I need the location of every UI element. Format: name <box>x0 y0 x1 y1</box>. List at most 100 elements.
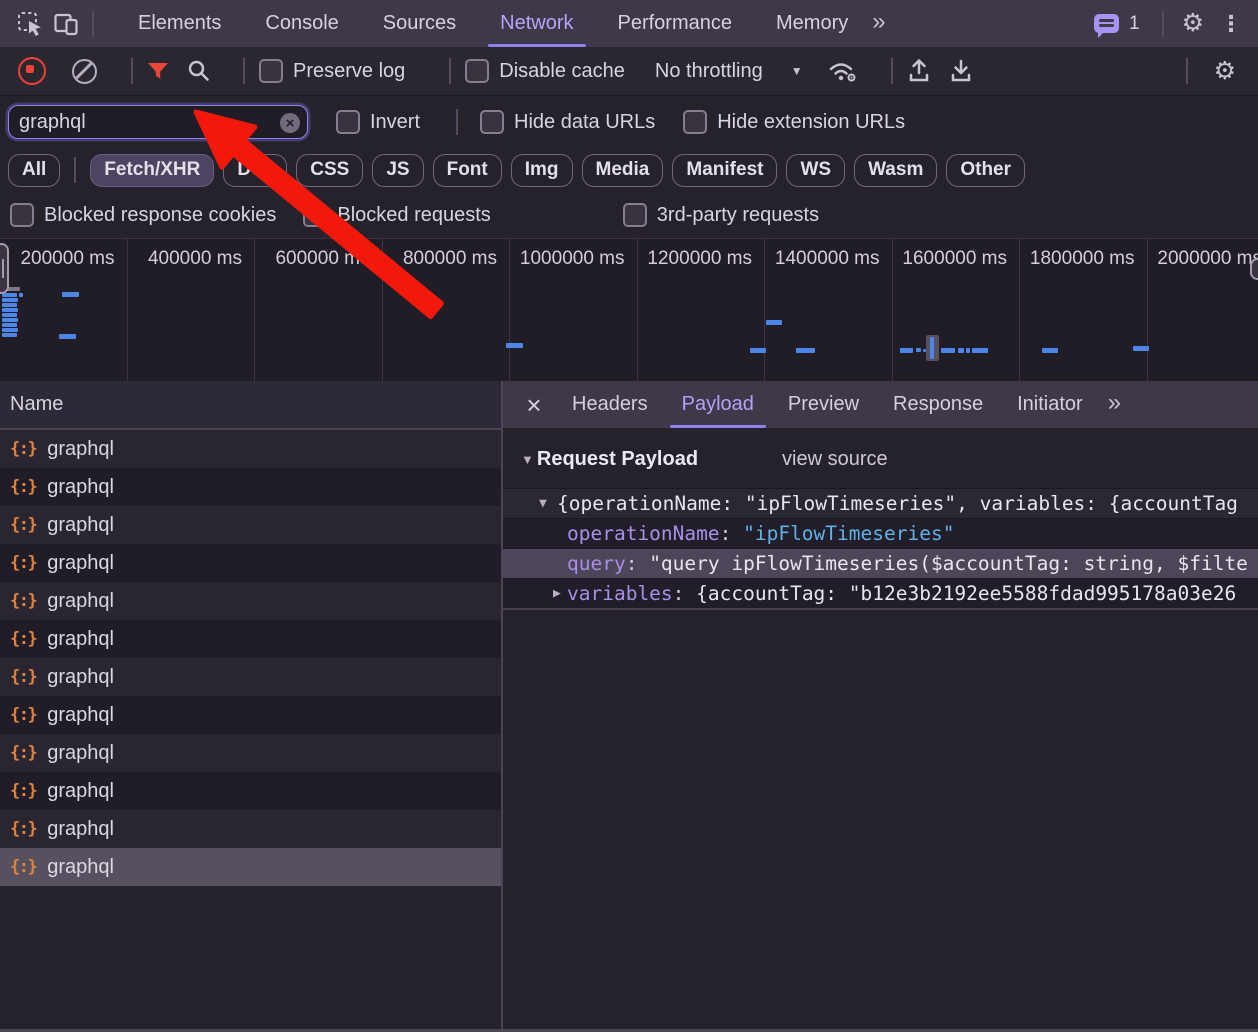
issues-count: 1 <box>1129 13 1140 35</box>
detail-tab-initiator[interactable]: Initiator <box>1000 381 1100 428</box>
issues-icon[interactable] <box>1094 14 1119 33</box>
request-name: graphql <box>47 666 114 689</box>
more-tabs-icon[interactable]: » <box>872 8 883 36</box>
tab-elements[interactable]: Elements <box>122 0 237 47</box>
detail-tab-payload[interactable]: Payload <box>665 381 771 428</box>
hide-extension-urls-checkbox[interactable] <box>683 110 707 134</box>
request-row[interactable]: {:}graphql <box>0 430 501 468</box>
filter-icon[interactable] <box>147 62 169 81</box>
name-column-header[interactable]: Name <box>0 381 501 430</box>
request-row[interactable]: {:} graphql <box>0 620 501 658</box>
tab-console[interactable]: Console <box>249 0 354 47</box>
request-row[interactable]: {:}graphql <box>0 544 501 582</box>
payload-row[interactable]: query: "query ipFlowTimeseries($accountT… <box>503 548 1258 578</box>
payload-row[interactable]: ▼{operationName: "ipFlowTimeseries", var… <box>503 488 1258 518</box>
blocked-requests-toggle[interactable]: Blocked requests <box>303 203 490 227</box>
chip-ws[interactable]: WS <box>786 154 845 187</box>
chip-doc[interactable]: Doc <box>223 154 287 187</box>
detail-tab-preview[interactable]: Preview <box>771 381 876 428</box>
divider <box>891 58 893 84</box>
chip-all[interactable]: All <box>8 154 60 187</box>
chip-img[interactable]: Img <box>511 154 573 187</box>
divider <box>456 109 458 135</box>
request-row[interactable]: {:}graphql <box>0 696 501 734</box>
chip-js[interactable]: JS <box>372 154 423 187</box>
tab-sources[interactable]: Sources <box>367 0 472 47</box>
more-options-icon[interactable]: ⋮ <box>1214 11 1248 37</box>
blocked-requests-checkbox[interactable] <box>303 203 327 227</box>
more-detail-tabs-icon[interactable]: » <box>1108 389 1119 421</box>
overview-left-handle[interactable] <box>0 243 9 294</box>
filter-input[interactable] <box>8 105 308 139</box>
waterfall-bar <box>1042 348 1058 353</box>
network-conditions-icon[interactable] <box>827 58 859 84</box>
request-row[interactable]: {:}graphql <box>0 810 501 848</box>
chip-font[interactable]: Font <box>433 154 502 187</box>
timeline-tick-label: 1200000 ms <box>647 248 752 269</box>
hide-data-urls-label: Hide data URLs <box>514 111 655 134</box>
request-row[interactable]: {:}graphql <box>0 734 501 772</box>
waterfall-bar <box>62 292 79 297</box>
chip-wasm[interactable]: Wasm <box>854 154 937 187</box>
request-row[interactable]: {:}graphql <box>0 772 501 810</box>
inspect-element-icon[interactable] <box>12 6 48 42</box>
waterfall-bar <box>2 298 18 302</box>
hide-data-urls-toggle[interactable]: Hide data URLs <box>480 110 655 134</box>
chip-css[interactable]: CSS <box>296 154 363 187</box>
search-icon[interactable] <box>187 59 211 83</box>
invert-toggle[interactable]: Invert <box>336 110 420 134</box>
3rd-party-requests-checkbox[interactable] <box>623 203 647 227</box>
blocked-response-cookies-toggle[interactable]: Blocked response cookies <box>10 203 276 227</box>
close-icon[interactable]: × <box>513 392 555 418</box>
clear-filter-icon[interactable]: × <box>280 113 300 133</box>
tab-memory[interactable]: Memory <box>760 0 864 47</box>
request-row[interactable]: {:}graphql <box>0 468 501 506</box>
payload-row[interactable]: ▶variables: {accountTag: "b12e3b2192ee55… <box>503 578 1258 608</box>
waterfall-bar <box>2 318 18 322</box>
chip-other[interactable]: Other <box>946 154 1025 187</box>
payload-text: variables <box>567 582 673 605</box>
request-row[interactable]: {:}graphql <box>0 582 501 620</box>
payload-row[interactable]: operationName: "ipFlowTimeseries" <box>503 518 1258 548</box>
settings-icon[interactable]: ⚙ <box>1182 11 1204 36</box>
waterfall-bar <box>972 348 988 353</box>
toggle-device-toolbar-icon[interactable] <box>48 6 84 42</box>
tab-performance[interactable]: Performance <box>602 0 749 47</box>
json-file-icon: {:} <box>10 629 36 649</box>
preserve-log-toggle[interactable]: Preserve log <box>259 59 405 83</box>
waterfall-bar <box>930 337 934 359</box>
invert-checkbox[interactable] <box>336 110 360 134</box>
import-har-icon[interactable] <box>907 58 931 84</box>
collapsed-icon[interactable]: ▶ <box>553 579 561 608</box>
overview-right-handle[interactable] <box>1250 258 1258 280</box>
blocked-response-cookies-checkbox[interactable] <box>10 203 34 227</box>
disable-cache-checkbox[interactable] <box>465 59 489 83</box>
chip-fetch-xhr[interactable]: Fetch/XHR <box>90 154 214 187</box>
request-row[interactable]: {:}graphql <box>0 506 501 544</box>
3rd-party-requests-toggle[interactable]: 3rd-party requests <box>623 203 819 227</box>
throttling-select[interactable]: No throttling ▼ <box>655 60 803 83</box>
waterfall-bar <box>59 334 76 339</box>
chip-manifest[interactable]: Manifest <box>672 154 777 187</box>
collapse-icon[interactable]: ▼ <box>521 452 534 467</box>
disable-cache-toggle[interactable]: Disable cache <box>465 59 625 83</box>
chip-media[interactable]: Media <box>582 154 664 187</box>
hide-extension-urls-toggle[interactable]: Hide extension URLs <box>683 110 905 134</box>
request-row[interactable]: {:}graphql <box>0 848 501 886</box>
json-file-icon: {:} <box>10 667 36 687</box>
export-har-icon[interactable] <box>949 58 973 84</box>
record-network-log-icon[interactable] <box>18 57 46 85</box>
detail-tab-response[interactable]: Response <box>876 381 1000 428</box>
clear-network-log-icon[interactable] <box>72 59 97 84</box>
hide-data-urls-checkbox[interactable] <box>480 110 504 134</box>
view-source-link[interactable]: view source <box>782 448 888 471</box>
detail-tab-headers[interactable]: Headers <box>555 381 665 428</box>
tab-network[interactable]: Network <box>484 0 589 47</box>
network-settings-icon[interactable]: ⚙ <box>1214 59 1236 84</box>
expanded-icon[interactable]: ▼ <box>539 489 547 518</box>
preserve-log-checkbox[interactable] <box>259 59 283 83</box>
request-row[interactable]: {:} graphql <box>0 658 501 696</box>
devtools-tabbar: Elements Console Sources Network Performance… <box>0 0 1258 47</box>
network-overview[interactable]: 200000 ms400000 ms600000 ms800000 ms1000… <box>0 238 1258 389</box>
request-name: graphql <box>47 628 114 651</box>
